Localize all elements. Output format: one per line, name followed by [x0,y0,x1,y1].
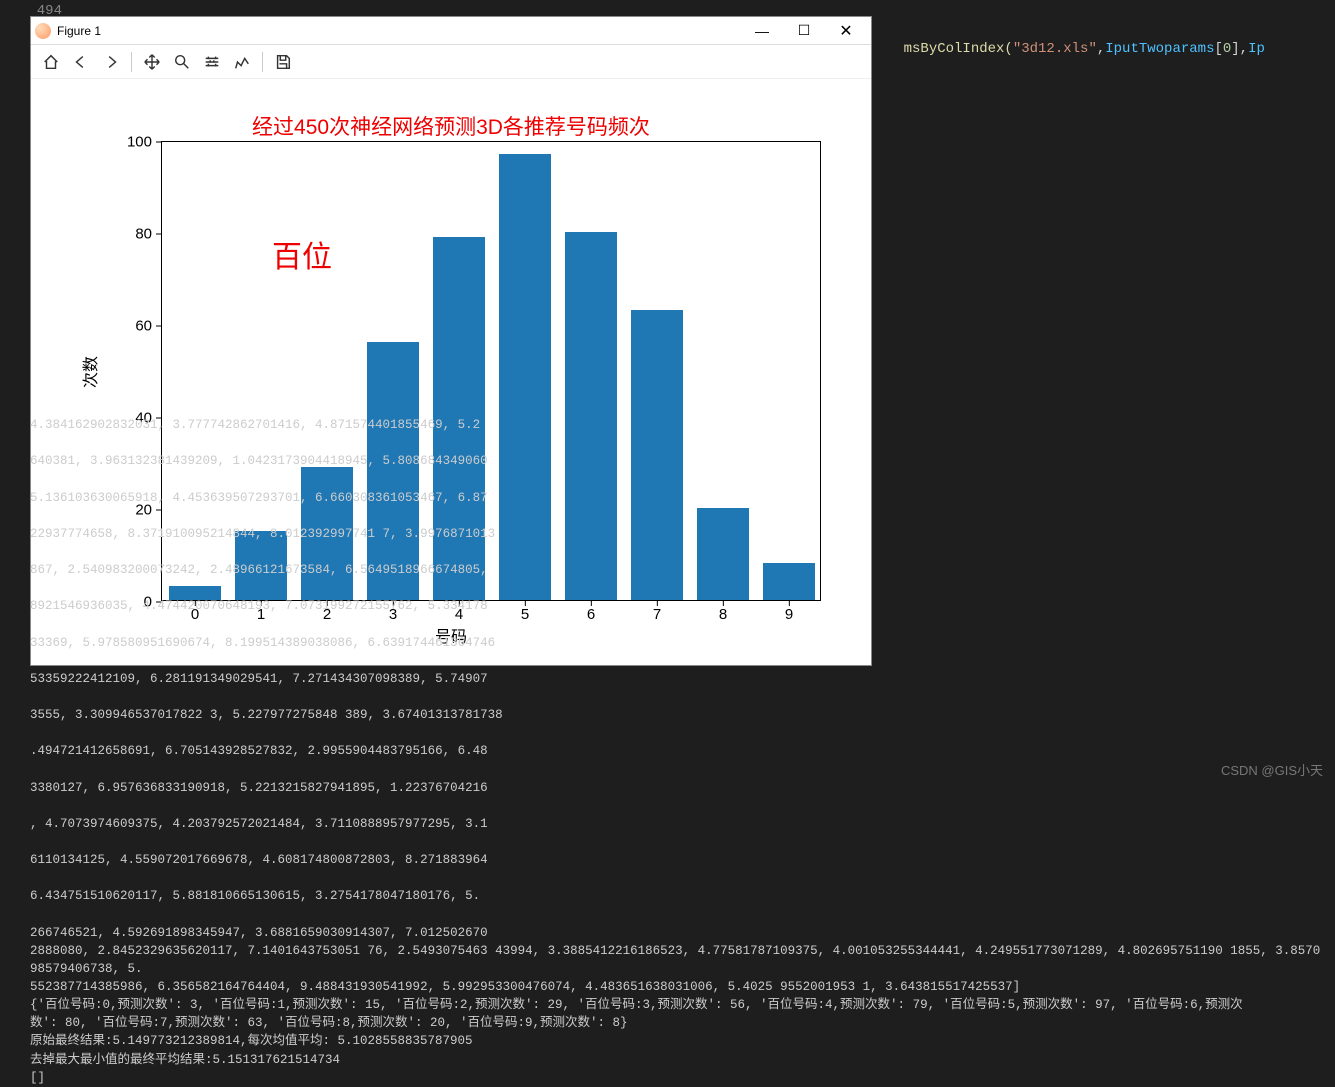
edit-icon[interactable] [228,48,256,76]
editor-fragment: msByColIndex("3d12.xls",IputTwoparams[0]… [870,16,1335,83]
y-axis-label: 次数 [77,356,101,388]
zoom-icon[interactable] [168,48,196,76]
titlebar[interactable]: Figure 1 — ☐ ✕ [31,17,871,45]
subplots-icon[interactable] [198,48,226,76]
window-title: Figure 1 [57,24,101,38]
y-tick: 60 [135,318,162,335]
back-icon[interactable] [67,48,95,76]
maximize-button[interactable]: ☐ [783,22,825,39]
close-button[interactable]: ✕ [825,21,867,41]
forward-icon[interactable] [97,48,125,76]
terminal-output: 4.384162902832031, 3.777742862701416, 4.… [30,398,1327,1087]
window-icon [35,23,51,39]
minimize-button[interactable]: — [741,23,783,39]
y-tick: 80 [135,226,162,243]
home-icon[interactable] [37,48,65,76]
chart-annotation: 百位 [272,232,332,276]
watermark: CSDN @GIS小天 [1221,760,1323,779]
save-icon[interactable] [269,48,297,76]
toolbar [31,45,871,79]
y-tick: 100 [127,134,162,151]
pan-icon[interactable] [138,48,166,76]
